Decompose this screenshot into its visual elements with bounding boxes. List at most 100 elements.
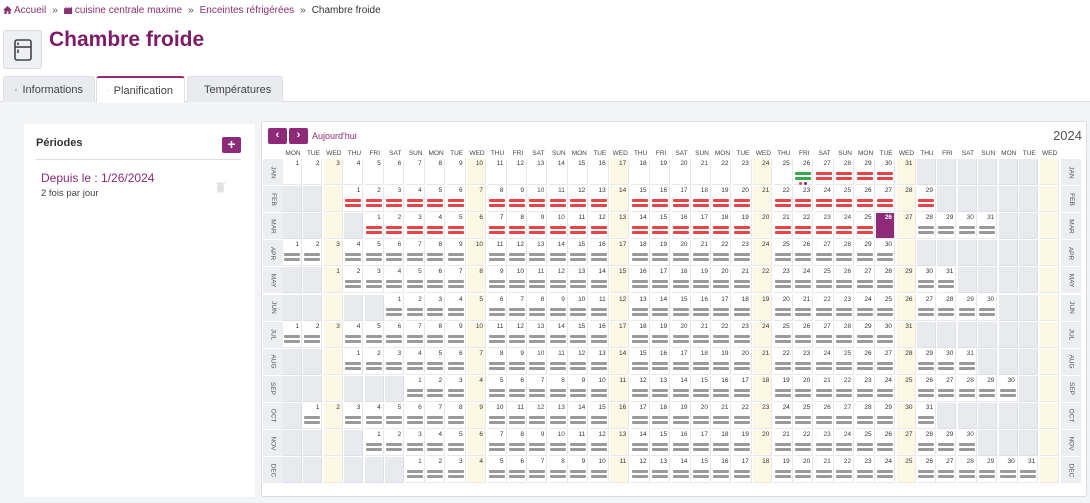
check-bar[interactable] <box>427 448 444 451</box>
check-bar[interactable] <box>999 470 1016 474</box>
check-bar[interactable] <box>877 172 894 175</box>
check-bar[interactable] <box>570 366 587 370</box>
calendar-day[interactable]: 1 <box>283 159 302 185</box>
calendar-day[interactable]: 12 <box>507 159 527 185</box>
calendar-day[interactable]: 16 <box>651 186 671 213</box>
check-bar[interactable] <box>529 443 546 446</box>
check-bar[interactable] <box>733 285 750 289</box>
check-bar[interactable] <box>774 415 791 419</box>
calendar-day[interactable]: 3 <box>323 240 343 267</box>
check-bar[interactable] <box>774 339 791 343</box>
check-bar[interactable] <box>652 199 669 203</box>
calendar-day[interactable]: 13 <box>651 375 671 402</box>
check-bar[interactable] <box>795 339 812 343</box>
calendar-day[interactable]: 6 <box>385 240 405 267</box>
tab-informations[interactable]: Informations <box>3 76 95 102</box>
check-bar[interactable] <box>406 361 423 365</box>
check-bar[interactable] <box>672 420 689 424</box>
check-bar[interactable] <box>815 361 832 365</box>
check-bar[interactable] <box>631 307 648 311</box>
check-bar[interactable] <box>877 204 894 208</box>
check-bar[interactable] <box>529 204 546 208</box>
tab-temperatures[interactable]: Températures <box>187 76 283 102</box>
check-bar[interactable] <box>549 285 566 289</box>
check-bar[interactable] <box>958 443 975 446</box>
calendar-day[interactable]: 8 <box>487 186 507 213</box>
check-bar[interactable] <box>713 334 730 338</box>
check-bar[interactable] <box>938 226 955 230</box>
calendar-day[interactable]: 2 <box>364 348 384 375</box>
tab-planification[interactable]: Planification <box>96 76 185 103</box>
check-bar[interactable] <box>508 388 525 392</box>
calendar-day[interactable]: 21 <box>794 294 814 321</box>
check-bar[interactable] <box>713 280 730 284</box>
check-bar[interactable] <box>917 226 934 230</box>
calendar-day[interactable]: 6 <box>507 375 527 402</box>
calendar-day[interactable]: 29 <box>916 186 936 213</box>
check-bar[interactable] <box>693 420 709 424</box>
check-bar[interactable] <box>590 415 607 419</box>
calendar-day[interactable]: 13 <box>651 457 671 484</box>
check-bar[interactable] <box>795 388 812 392</box>
check-bar[interactable] <box>427 470 444 474</box>
calendar-day[interactable]: 25 <box>855 430 875 456</box>
check-bar[interactable] <box>836 253 853 257</box>
calendar-day[interactable]: 1 <box>283 240 302 267</box>
check-bar[interactable] <box>590 231 607 235</box>
check-bar[interactable] <box>529 388 546 392</box>
check-bar[interactable] <box>958 361 975 365</box>
calendar-day[interactable]: 30 <box>978 294 998 321</box>
check-bar[interactable] <box>733 280 750 284</box>
check-bar[interactable] <box>529 307 546 311</box>
calendar-day[interactable]: 30 <box>957 213 977 240</box>
check-bar[interactable] <box>856 199 873 203</box>
check-bar[interactable] <box>672 226 689 230</box>
check-bar[interactable] <box>508 199 525 203</box>
check-bar[interactable] <box>938 470 955 474</box>
check-bar[interactable] <box>386 258 403 262</box>
check-bar[interactable] <box>447 475 464 479</box>
check-bar[interactable] <box>856 334 873 338</box>
breadcrumb-home[interactable]: Accueil <box>3 5 46 16</box>
check-bar[interactable] <box>693 475 709 479</box>
check-bar[interactable] <box>508 312 525 316</box>
calendar-day[interactable]: 15 <box>569 159 589 185</box>
check-bar[interactable] <box>570 199 587 203</box>
check-bar[interactable] <box>406 470 423 474</box>
calendar-day[interactable]: 19 <box>753 294 773 321</box>
calendar-day[interactable]: 15 <box>610 267 630 294</box>
calendar-day[interactable]: 31 <box>896 159 916 185</box>
check-bar[interactable] <box>365 280 382 284</box>
check-bar[interactable] <box>508 443 525 446</box>
calendar-day[interactable]: 1 <box>344 186 364 213</box>
check-bar[interactable] <box>345 420 362 424</box>
calendar-day[interactable]: 17 <box>630 402 650 429</box>
calendar-day[interactable]: 25 <box>835 348 855 375</box>
check-bar[interactable] <box>427 226 444 230</box>
calendar-day[interactable]: 2 <box>426 375 446 402</box>
check-bar[interactable] <box>345 339 362 343</box>
check-bar[interactable] <box>917 443 934 446</box>
calendar-day[interactable]: 29 <box>978 375 998 402</box>
check-bar[interactable] <box>529 339 546 343</box>
calendar-day[interactable]: 6 <box>467 213 487 240</box>
calendar-day[interactable]: 6 <box>446 186 466 213</box>
breadcrumb-site[interactable]: cuisine centrale maxime <box>63 5 182 16</box>
calendar-day[interactable]: 28 <box>835 159 855 185</box>
check-bar[interactable] <box>693 415 709 419</box>
calendar-day[interactable]: 5 <box>405 267 425 294</box>
check-bar[interactable] <box>856 339 873 343</box>
calendar-day[interactable]: 20 <box>753 430 773 456</box>
check-bar[interactable] <box>304 339 321 343</box>
check-bar[interactable] <box>427 204 444 208</box>
check-bar[interactable] <box>652 334 669 338</box>
calendar-day[interactable]: 31 <box>1019 457 1039 484</box>
check-bar[interactable] <box>958 388 975 392</box>
check-bar[interactable] <box>590 226 607 230</box>
check-bar[interactable] <box>774 448 791 451</box>
calendar-day[interactable]: 8 <box>528 294 548 321</box>
check-bar[interactable] <box>488 231 505 235</box>
check-bar[interactable] <box>672 448 689 451</box>
check-bar[interactable] <box>733 470 750 474</box>
check-bar[interactable] <box>877 415 894 419</box>
